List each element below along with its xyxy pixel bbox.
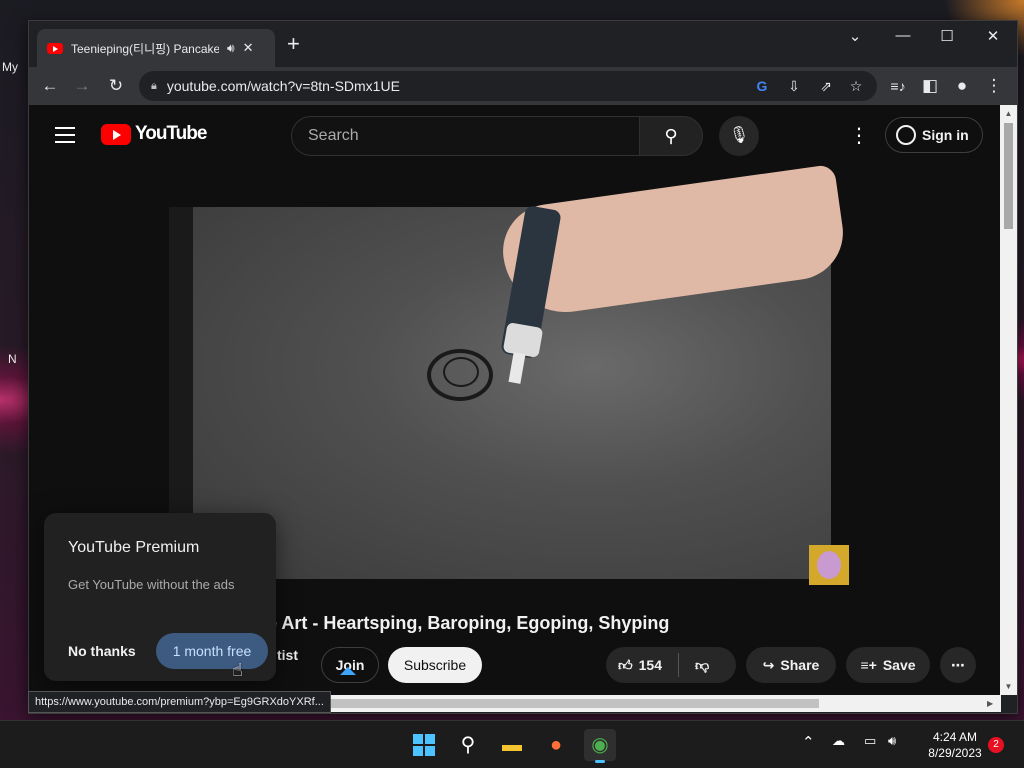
- hand-cursor-icon: ☝: [232, 660, 243, 680]
- close-window-button[interactable]: ✕: [973, 27, 1013, 45]
- scroll-up-arrow-icon[interactable]: ▲: [1000, 109, 1017, 118]
- channel-name[interactable]: tist: [277, 647, 298, 663]
- browser-titlebar: Teenieping(티니핑) Pancake 🔊︎ ✕ + ⌄ — ☐ ✕: [29, 21, 1017, 67]
- bookmark-star-icon[interactable]: ☆: [845, 75, 867, 97]
- like-dislike-group: 👍︎ 154 👎︎: [606, 647, 736, 683]
- no-thanks-button[interactable]: No thanks: [68, 643, 136, 659]
- save-label: Save: [882, 657, 916, 673]
- like-count[interactable]: 154: [639, 657, 662, 673]
- browser-tab[interactable]: Teenieping(티니핑) Pancake 🔊︎ ✕: [37, 29, 275, 67]
- install-app-icon[interactable]: ⇩: [783, 75, 805, 97]
- like-separator: [678, 653, 679, 677]
- share-arrow-icon: ↪: [762, 656, 775, 673]
- clock-date: 8/29/2023: [928, 746, 982, 760]
- network-icon[interactable]: ▭: [864, 733, 876, 749]
- start-windows-icon[interactable]: [408, 729, 440, 761]
- video-frame-bottle-cap: [502, 322, 544, 358]
- taskbar: ⚲ ▬ ● ◉ ⌃ ☁ ▭ 🔊︎ 4:24 AM 8/29/2023 2: [0, 720, 1024, 768]
- file-explorer-icon[interactable]: ▬: [496, 729, 528, 761]
- forward-arrow-icon[interactable]: →: [69, 73, 95, 99]
- onedrive-cloud-icon[interactable]: ☁: [832, 733, 845, 749]
- playlist-add-icon: ≡+: [860, 657, 877, 673]
- sign-in-label: Sign in: [922, 127, 969, 143]
- desktop-icon-label[interactable]: N: [8, 352, 17, 366]
- one-month-free-button[interactable]: 1 month free: [156, 633, 268, 669]
- speaker-icon[interactable]: 🔊︎: [227, 41, 235, 56]
- join-button[interactable]: Join: [321, 647, 379, 683]
- thumbs-down-icon[interactable]: 👎︎: [695, 657, 709, 674]
- voice-search-button[interactable]: 🎙︎: [719, 116, 759, 156]
- volume-icon[interactable]: 🔊︎: [888, 733, 896, 749]
- save-button[interactable]: ≡+ Save: [846, 647, 930, 683]
- channel-watermark[interactable]: [809, 545, 849, 585]
- youtube-logo-text: YouTube: [135, 123, 207, 144]
- address-bar[interactable]: 🔒︎ youtube.com/watch?v=8tn-SDmx1UE G ⇩ ⇗…: [139, 71, 877, 101]
- video-title: ke Art - Heartsping, Baroping, Egoping, …: [257, 613, 670, 633]
- tab-close-icon[interactable]: ✕: [243, 40, 254, 56]
- scroll-down-arrow-icon[interactable]: ▼: [1000, 682, 1017, 691]
- address-bar-url[interactable]: youtube.com/watch?v=8tn-SDmx1UE: [167, 78, 400, 94]
- tab-title: Teenieping(티니핑) Pancake: [71, 41, 219, 56]
- vertical-scroll-thumb[interactable]: [1004, 123, 1013, 229]
- clock-time: 4:24 AM: [932, 730, 978, 744]
- settings-kebab-icon[interactable]: ⋮: [849, 123, 869, 149]
- browser-toolbar: ← → ↻ 🔒︎ youtube.com/watch?v=8tn-SDmx1UE…: [29, 67, 1017, 105]
- media-controls-icon[interactable]: ≡♪: [885, 73, 911, 99]
- share-label: Share: [780, 657, 820, 673]
- firefox-icon[interactable]: ●: [540, 729, 572, 761]
- youtube-logo[interactable]: YouTube: [101, 123, 207, 145]
- show-hidden-icons-chevron-icon[interactable]: ⌃: [802, 733, 815, 751]
- subscribe-button[interactable]: Subscribe: [388, 647, 482, 683]
- notification-badge[interactable]: 2: [988, 737, 1004, 753]
- scroll-right-arrow-icon[interactable]: ▶: [987, 695, 993, 712]
- youtube-play-icon: [101, 123, 131, 145]
- sign-in-button[interactable]: Sign in: [885, 117, 983, 153]
- back-arrow-icon[interactable]: ←: [37, 73, 63, 99]
- popup-description: Get YouTube without the ads: [68, 577, 235, 592]
- video-frame-drawing-inner: [443, 357, 479, 387]
- popup-pointer: [340, 667, 356, 675]
- side-panel-icon[interactable]: ◧: [917, 73, 943, 99]
- share-page-icon[interactable]: ⇗: [815, 75, 837, 97]
- new-tab-button[interactable]: +: [287, 33, 300, 55]
- search-icon[interactable]: ⚲: [452, 729, 484, 761]
- minimize-button[interactable]: —: [883, 27, 923, 44]
- hamburger-menu-icon[interactable]: [55, 127, 75, 148]
- video-frame-nozzle: [508, 352, 526, 384]
- popup-title: YouTube Premium: [68, 539, 200, 556]
- youtube-premium-popup: YouTube Premium Get YouTube without the …: [44, 513, 276, 681]
- chrome-menu-icon[interactable]: ⋮: [981, 73, 1007, 99]
- share-button[interactable]: ↪ Share: [746, 647, 836, 683]
- profile-icon[interactable]: ●: [949, 73, 975, 99]
- chrome-icon[interactable]: ◉: [584, 729, 616, 763]
- search-icon: ⚲: [664, 126, 678, 146]
- google-lens-icon[interactable]: G: [751, 75, 773, 97]
- search-button[interactable]: ⚲: [639, 116, 703, 156]
- tab-search-button[interactable]: ⌄: [835, 27, 875, 45]
- lock-icon[interactable]: 🔒︎: [151, 80, 157, 93]
- more-actions-button[interactable]: ⋯: [940, 647, 976, 683]
- account-circle-icon: [896, 125, 916, 145]
- reload-icon[interactable]: ↻: [103, 73, 129, 99]
- youtube-favicon-icon: [47, 42, 63, 54]
- desktop-icon-label[interactable]: My: [2, 60, 18, 74]
- vertical-scrollbar[interactable]: ▲ ▼: [1000, 105, 1017, 695]
- search-input[interactable]: Search: [291, 116, 641, 156]
- link-status-bubble: https://www.youtube.com/premium?ybp=Eg9G…: [28, 691, 331, 713]
- maximize-button[interactable]: ☐: [927, 27, 967, 45]
- thumbs-up-icon[interactable]: 👍︎: [618, 657, 633, 674]
- system-clock[interactable]: 4:24 AM 8/29/2023: [920, 729, 990, 761]
- microphone-icon: 🎙︎: [728, 127, 750, 144]
